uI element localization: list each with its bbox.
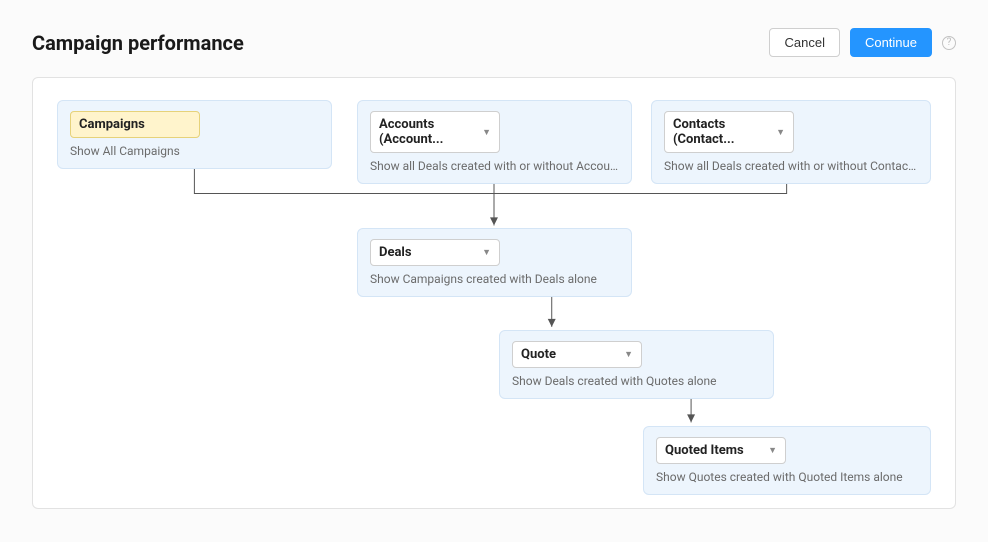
accounts-chip[interactable]: Accounts (Account... ▼: [370, 111, 500, 153]
quoted-items-label: Quoted Items: [665, 443, 744, 458]
deals-label: Deals: [379, 245, 412, 260]
chevron-down-icon: ▼: [482, 127, 491, 138]
help-icon[interactable]: ?: [942, 36, 956, 50]
deals-chip[interactable]: Deals ▼: [370, 239, 500, 266]
header-actions: Cancel Continue ?: [769, 28, 956, 57]
chevron-down-icon: ▼: [776, 127, 785, 138]
quote-desc: Show Deals created with Quotes alone: [512, 374, 761, 388]
cancel-button[interactable]: Cancel: [769, 28, 839, 57]
quoted-items-desc: Show Quotes created with Quoted Items al…: [656, 470, 918, 484]
node-quote[interactable]: Quote ▼ Show Deals created with Quotes a…: [499, 330, 774, 399]
quote-chip[interactable]: Quote ▼: [512, 341, 642, 368]
chevron-down-icon: ▼: [624, 349, 633, 360]
accounts-desc: Show all Deals created with or without A…: [370, 159, 619, 173]
contacts-desc: Show all Deals created with or without C…: [664, 159, 918, 173]
header: Campaign performance Cancel Continue ?: [32, 28, 956, 57]
quoted-items-chip[interactable]: Quoted Items ▼: [656, 437, 786, 464]
deals-desc: Show Campaigns created with Deals alone: [370, 272, 619, 286]
campaigns-chip[interactable]: Campaigns: [70, 111, 200, 138]
flow-canvas: Campaigns Show All Campaigns Accounts (A…: [32, 77, 956, 509]
page-title: Campaign performance: [32, 31, 244, 55]
continue-button[interactable]: Continue: [850, 28, 932, 57]
node-deals[interactable]: Deals ▼ Show Campaigns created with Deal…: [357, 228, 632, 297]
contacts-label: Contacts (Contact...: [673, 117, 776, 147]
node-campaigns[interactable]: Campaigns Show All Campaigns: [57, 100, 332, 169]
contacts-chip[interactable]: Contacts (Contact... ▼: [664, 111, 794, 153]
campaigns-desc: Show All Campaigns: [70, 144, 319, 158]
node-contacts[interactable]: Contacts (Contact... ▼ Show all Deals cr…: [651, 100, 931, 184]
node-quoted-items[interactable]: Quoted Items ▼ Show Quotes created with …: [643, 426, 931, 495]
chevron-down-icon: ▼: [768, 445, 777, 456]
accounts-label: Accounts (Account...: [379, 117, 482, 147]
campaigns-label: Campaigns: [79, 117, 145, 132]
chevron-down-icon: ▼: [482, 247, 491, 258]
quote-label: Quote: [521, 347, 556, 362]
node-accounts[interactable]: Accounts (Account... ▼ Show all Deals cr…: [357, 100, 632, 184]
